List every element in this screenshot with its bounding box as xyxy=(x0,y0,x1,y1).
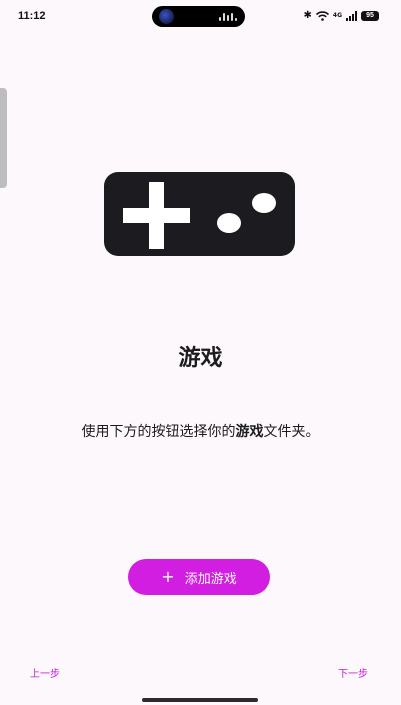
next-step-button[interactable]: 下一步 xyxy=(338,665,368,680)
page-title: 游戏 xyxy=(178,346,223,371)
battery-icon: 95 xyxy=(361,11,379,21)
description-emphasis: 游戏 xyxy=(235,424,264,440)
add-games-button[interactable]: + 添加游戏 xyxy=(128,559,270,595)
gamepad-button-b xyxy=(252,193,276,213)
dpad-vertical xyxy=(149,182,164,249)
description-after: 文件夹。 xyxy=(263,424,320,440)
status-time: 11:12 xyxy=(18,10,46,22)
add-games-label: 添加游戏 xyxy=(184,571,237,587)
status-bar: 11:12 ✱ 4G 95 xyxy=(0,0,401,34)
plus-icon: + xyxy=(161,567,175,586)
previous-step-button[interactable]: 上一步 xyxy=(30,665,60,680)
dynamic-island xyxy=(152,6,245,27)
signal-icon xyxy=(346,11,357,21)
front-camera-icon xyxy=(159,9,174,24)
home-indicator[interactable] xyxy=(142,698,258,702)
description-before: 使用下方的按钮选择你的 xyxy=(81,424,236,440)
gamepad-button-a xyxy=(217,213,241,233)
status-icons: ✱ 4G 95 xyxy=(303,10,379,22)
network-type-label: 4G xyxy=(332,12,342,19)
wifi-icon xyxy=(315,11,329,21)
audio-wave-icon xyxy=(219,13,237,21)
bluetooth-icon: ✱ xyxy=(303,10,312,21)
gamepad-icon xyxy=(104,172,295,256)
edge-panel-handle[interactable] xyxy=(0,88,7,188)
description-text: 使用下方的按钮选择你的游戏文件夹。 xyxy=(0,421,401,441)
